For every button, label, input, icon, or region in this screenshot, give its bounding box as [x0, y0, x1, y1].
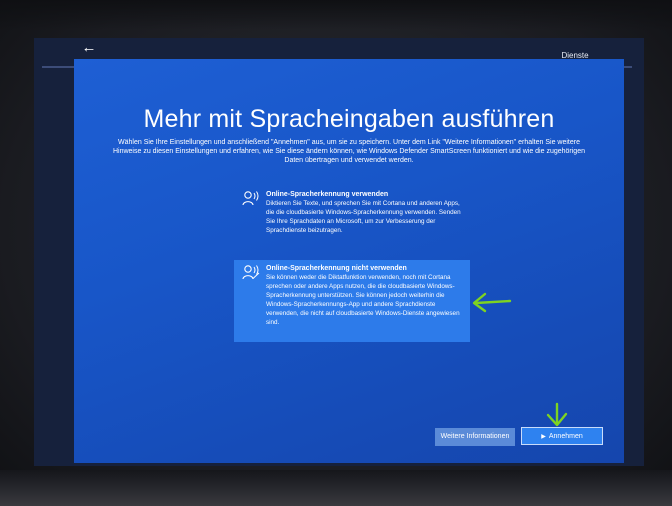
green-arrow-left-icon [472, 292, 512, 313]
page-description: Wählen Sie Ihre Einstellungen und anschl… [112, 139, 585, 164]
play-icon: ▶ [541, 434, 546, 440]
green-arrow-down-icon [546, 402, 568, 427]
accept-button-label: Annehmen [548, 433, 583, 440]
option-description: Diktieren Sie Texte, und sprechen Sie mi… [266, 200, 461, 234]
option-no-online-speech[interactable]: Online-Spracherkennung nicht verwenden S… [234, 260, 470, 342]
speech-off-icon [242, 265, 260, 280]
option-description: Sie können weder die Diktatfunktion verw… [266, 274, 460, 326]
top-shadow [0, 0, 672, 30]
option-title: Online-Spracherkennung nicht verwenden [266, 265, 407, 272]
monitor-bottom-frame [0, 470, 672, 506]
option-title: Online-Spracherkennung verwenden [266, 191, 389, 198]
speech-icon [242, 191, 259, 206]
back-arrow-icon[interactable]: ← [80, 40, 98, 56]
accept-button[interactable]: ▶ Annehmen [521, 427, 603, 445]
page-title: Mehr mit Spracheingaben ausführen [143, 105, 555, 133]
more-info-button[interactable]: Weitere Informationen [435, 428, 515, 446]
option-use-online-speech[interactable]: Online-Spracherkennung verwenden Diktier… [234, 186, 470, 254]
